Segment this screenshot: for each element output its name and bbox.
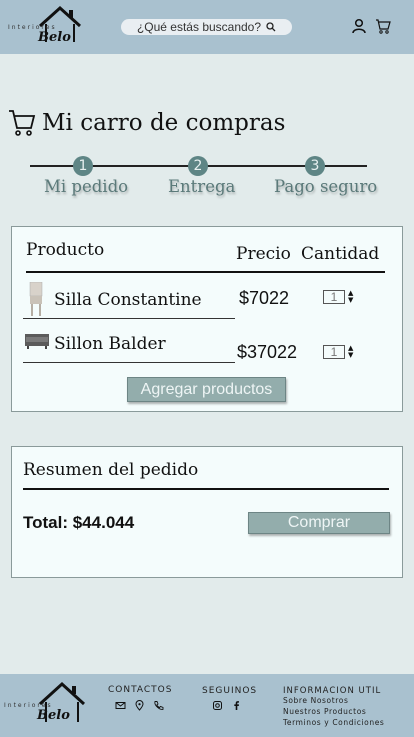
footer-link-products[interactable]: Nuestros Productos — [283, 707, 366, 716]
checkout-stepper: 1 2 3 Mi pedido Entrega Pago seguro — [30, 156, 377, 196]
user-icon[interactable] — [351, 18, 367, 34]
step-2-indicator: 2 — [188, 156, 208, 176]
column-header-quantity: Cantidad — [301, 244, 380, 264]
add-products-button[interactable]: Agregar productos — [127, 377, 286, 402]
step-3-label: Pago seguro — [274, 177, 378, 196]
row-divider — [23, 318, 235, 319]
instagram-icon[interactable] — [212, 700, 223, 711]
footer-follow-title: SEGUINOS — [202, 686, 258, 696]
cart-item-name: Sillon Balder — [54, 334, 166, 354]
product-thumbnail — [25, 334, 49, 349]
quantity-spinner-icon[interactable]: ▲ ▼ — [348, 290, 353, 304]
row-divider — [23, 362, 235, 363]
product-thumbnail — [29, 282, 43, 316]
quantity-stepper[interactable]: 1 — [323, 345, 345, 359]
column-header-price: Precio — [236, 244, 291, 264]
logo-brand: Belo — [37, 708, 70, 723]
page-title: Mi carro de compras — [42, 110, 286, 136]
cart-icon — [9, 110, 36, 136]
footer-link-about[interactable]: Sobre Nosotros — [283, 696, 348, 705]
quantity-stepper[interactable]: 1 — [323, 290, 345, 304]
search-placeholder: ¿Qué estás buscando? — [136, 20, 262, 34]
location-icon[interactable] — [134, 700, 145, 711]
cart-item-price: $37022 — [237, 342, 298, 362]
cart-icon[interactable] — [375, 18, 391, 34]
footer-link-terms[interactable]: Terminos y Condiciones — [283, 718, 384, 727]
phone-icon[interactable] — [153, 700, 164, 711]
search-icon[interactable] — [266, 22, 276, 32]
table-header-divider — [26, 271, 385, 273]
quantity-spinner-icon[interactable]: ▲ ▼ — [348, 345, 353, 359]
footer-info-title: INFORMACION UTIL — [283, 686, 382, 696]
logo-brand: Belo — [38, 30, 71, 45]
facebook-icon[interactable] — [231, 700, 242, 711]
step-1-indicator: 1 — [73, 156, 93, 176]
page-title-row: Mi carro de compras — [8, 108, 285, 138]
column-header-product: Producto — [26, 240, 105, 260]
footer-contacts-title: CONTACTOS — [108, 685, 173, 695]
logo[interactable]: Interiores Belo — [8, 4, 84, 48]
summary-title: Resumen del pedido — [23, 460, 199, 480]
mail-icon[interactable] — [115, 700, 126, 711]
buy-button[interactable]: Comprar — [248, 512, 390, 534]
order-total: Total: $44.044 — [23, 513, 135, 532]
cart-item-name: Silla Constantine — [54, 290, 202, 310]
footer-logo[interactable]: Interiores Belo — [4, 680, 86, 726]
step-3-indicator: 3 — [305, 156, 325, 176]
summary-divider — [23, 488, 389, 490]
cart-item-price: $7022 — [239, 288, 290, 308]
search-input[interactable]: ¿Qué estás buscando? — [121, 19, 292, 35]
step-2-label: Entrega — [168, 177, 236, 196]
step-1-label: Mi pedido — [44, 177, 129, 196]
